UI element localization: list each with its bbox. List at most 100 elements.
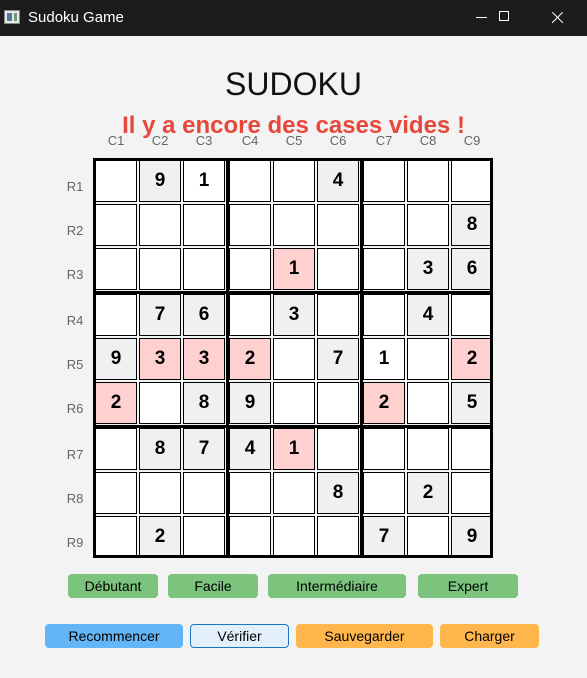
grid-cell-r5-c6[interactable]: 7 bbox=[317, 338, 359, 380]
grid-cell-r4-c3[interactable]: 6 bbox=[183, 294, 225, 336]
grid-cell-r4-c6[interactable] bbox=[317, 294, 359, 336]
grid-cell-r5-c4[interactable]: 2 bbox=[229, 338, 271, 380]
grid-cell-r3-c9[interactable]: 6 bbox=[451, 248, 493, 290]
grid-cell-r4-c1[interactable] bbox=[95, 294, 137, 336]
grid-cell-r2-c2[interactable] bbox=[139, 204, 181, 246]
row-label: R8 bbox=[66, 491, 84, 506]
grid-cell-r6-c6[interactable] bbox=[317, 382, 359, 424]
grid-cell-r5-c7[interactable]: 1 bbox=[363, 338, 405, 380]
grid-cell-r6-c2[interactable] bbox=[139, 382, 181, 424]
check-button[interactable]: Vérifier bbox=[190, 624, 289, 648]
grid-cell-r3-c8[interactable]: 3 bbox=[407, 248, 449, 290]
grid-cell-r6-c9[interactable]: 5 bbox=[451, 382, 493, 424]
grid-cell-r4-c5[interactable]: 3 bbox=[273, 294, 315, 336]
grid-cell-r5-c8[interactable] bbox=[407, 338, 449, 380]
grid-cell-r8-c1[interactable] bbox=[95, 472, 137, 514]
grid-cell-r9-c1[interactable] bbox=[95, 516, 137, 558]
grid-cell-r9-c6[interactable] bbox=[317, 516, 359, 558]
grid-cell-r9-c7[interactable]: 7 bbox=[363, 516, 405, 558]
row-label: R2 bbox=[66, 223, 84, 238]
expert-button[interactable]: Expert bbox=[418, 574, 518, 598]
grid-cell-r2-c1[interactable] bbox=[95, 204, 137, 246]
grid-cell-r2-c8[interactable] bbox=[407, 204, 449, 246]
grid-cell-r2-c3[interactable] bbox=[183, 204, 225, 246]
grid-cell-r7-c8[interactable] bbox=[407, 428, 449, 470]
grid-cell-r7-c9[interactable] bbox=[451, 428, 493, 470]
grid-cell-r2-c5[interactable] bbox=[273, 204, 315, 246]
grid-cell-r3-c1[interactable] bbox=[95, 248, 137, 290]
save-button[interactable]: Sauvegarder bbox=[296, 624, 433, 648]
grid-cell-r9-c9[interactable]: 9 bbox=[451, 516, 493, 558]
grid-cell-r1-c2[interactable]: 9 bbox=[139, 160, 181, 202]
grid-cell-r3-c4[interactable] bbox=[229, 248, 271, 290]
grid-cell-r3-c3[interactable] bbox=[183, 248, 225, 290]
grid-cell-r1-c9[interactable] bbox=[451, 160, 493, 202]
grid-cell-r5-c3[interactable]: 3 bbox=[183, 338, 225, 380]
grid-cell-r7-c4[interactable]: 4 bbox=[229, 428, 271, 470]
grid-cell-r5-c5[interactable] bbox=[273, 338, 315, 380]
grid-cell-r8-c6[interactable]: 8 bbox=[317, 472, 359, 514]
grid-cell-r6-c1[interactable]: 2 bbox=[95, 382, 137, 424]
grid-cell-r3-c7[interactable] bbox=[363, 248, 405, 290]
grid-cell-r1-c7[interactable] bbox=[363, 160, 405, 202]
grid-cell-r1-c8[interactable] bbox=[407, 160, 449, 202]
grid-cell-r5-c1[interactable]: 9 bbox=[95, 338, 137, 380]
grid-cell-r8-c8[interactable]: 2 bbox=[407, 472, 449, 514]
grid-cell-r1-c4[interactable] bbox=[229, 160, 271, 202]
grid-cell-r3-c6[interactable] bbox=[317, 248, 359, 290]
column-label: C6 bbox=[329, 133, 347, 148]
grid-cell-r9-c5[interactable] bbox=[273, 516, 315, 558]
grid-cell-r6-c8[interactable] bbox=[407, 382, 449, 424]
grid-cell-r7-c7[interactable] bbox=[363, 428, 405, 470]
grid-cell-r5-c9[interactable]: 2 bbox=[451, 338, 493, 380]
grid-cell-r4-c2[interactable]: 7 bbox=[139, 294, 181, 336]
grid-cell-r7-c3[interactable]: 7 bbox=[183, 428, 225, 470]
grid-cell-r1-c5[interactable] bbox=[273, 160, 315, 202]
grid-cell-r4-c9[interactable] bbox=[451, 294, 493, 336]
box-divider-vertical bbox=[360, 158, 363, 558]
grid-cell-r7-c1[interactable] bbox=[95, 428, 137, 470]
box-divider-horizontal bbox=[93, 425, 493, 428]
grid-cell-r8-c4[interactable] bbox=[229, 472, 271, 514]
grid-cell-r4-c8[interactable]: 4 bbox=[407, 294, 449, 336]
column-label: C2 bbox=[151, 133, 169, 148]
app-icon bbox=[4, 10, 20, 24]
restart-button[interactable]: Recommencer bbox=[45, 624, 183, 648]
grid-cell-r1-c3[interactable]: 1 bbox=[183, 160, 225, 202]
grid-cell-r8-c3[interactable] bbox=[183, 472, 225, 514]
column-label: C1 bbox=[107, 133, 125, 148]
grid-cell-r2-c4[interactable] bbox=[229, 204, 271, 246]
load-button[interactable]: Charger bbox=[440, 624, 539, 648]
grid-cell-r6-c3[interactable]: 8 bbox=[183, 382, 225, 424]
grid-cell-r2-c7[interactable] bbox=[363, 204, 405, 246]
grid-cell-r9-c8[interactable] bbox=[407, 516, 449, 558]
grid-cell-r1-c1[interactable] bbox=[95, 160, 137, 202]
grid-cell-r8-c2[interactable] bbox=[139, 472, 181, 514]
grid-cell-r6-c4[interactable]: 9 bbox=[229, 382, 271, 424]
grid-cell-r6-c7[interactable]: 2 bbox=[363, 382, 405, 424]
grid-cell-r6-c5[interactable] bbox=[273, 382, 315, 424]
box-divider-horizontal bbox=[93, 158, 493, 161]
grid-cell-r2-c9[interactable]: 8 bbox=[451, 204, 493, 246]
close-icon[interactable] bbox=[534, 0, 580, 36]
grid-cell-r3-c2[interactable] bbox=[139, 248, 181, 290]
grid-cell-r7-c2[interactable]: 8 bbox=[139, 428, 181, 470]
grid-cell-r5-c2[interactable]: 3 bbox=[139, 338, 181, 380]
grid-cell-r8-c7[interactable] bbox=[363, 472, 405, 514]
maximize-icon[interactable] bbox=[482, 0, 528, 36]
intermediate-button[interactable]: Intermédiaire bbox=[268, 574, 406, 598]
grid-cell-r4-c7[interactable] bbox=[363, 294, 405, 336]
grid-cell-r3-c5[interactable]: 1 bbox=[273, 248, 315, 290]
grid-cell-r9-c3[interactable] bbox=[183, 516, 225, 558]
grid-cell-r8-c5[interactable] bbox=[273, 472, 315, 514]
grid-cell-r2-c6[interactable] bbox=[317, 204, 359, 246]
grid-cell-r9-c4[interactable] bbox=[229, 516, 271, 558]
grid-cell-r4-c4[interactable] bbox=[229, 294, 271, 336]
grid-cell-r1-c6[interactable]: 4 bbox=[317, 160, 359, 202]
easy-button[interactable]: Facile bbox=[168, 574, 258, 598]
grid-cell-r8-c9[interactable] bbox=[451, 472, 493, 514]
grid-cell-r9-c2[interactable]: 2 bbox=[139, 516, 181, 558]
grid-cell-r7-c6[interactable] bbox=[317, 428, 359, 470]
beginner-button[interactable]: Débutant bbox=[68, 574, 158, 598]
grid-cell-r7-c5[interactable]: 1 bbox=[273, 428, 315, 470]
